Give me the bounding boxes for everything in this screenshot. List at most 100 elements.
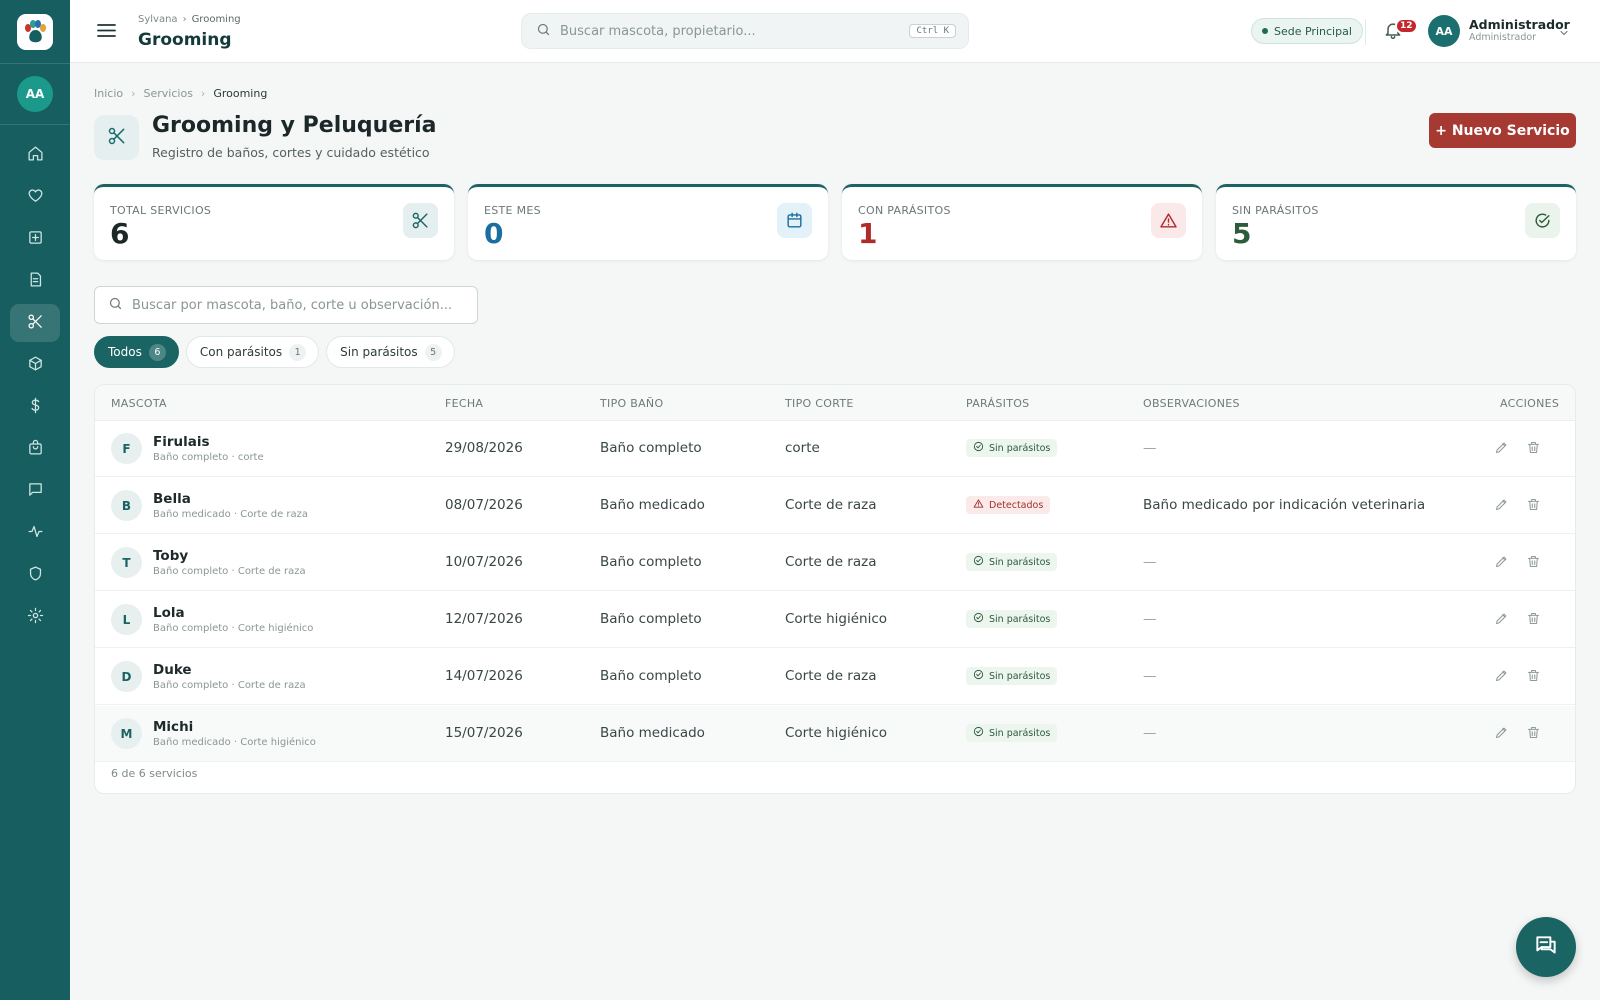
pet-service-summary: Baño completo · Corte higiénico: [153, 623, 314, 634]
user-avatar[interactable]: AA: [1428, 15, 1460, 47]
sidebar-item-heart[interactable]: [10, 178, 60, 216]
breadcrumb-services[interactable]: Servicios: [144, 87, 193, 100]
parasite-status-label: Sin parásitos: [989, 670, 1051, 682]
delete-button[interactable]: [1524, 668, 1542, 686]
sidebar-item-inventory[interactable]: [10, 346, 60, 384]
menu-toggle-button[interactable]: [94, 20, 118, 44]
table-row[interactable]: M Michi Baño medicado · Corte higiénico 15/…: [95, 706, 1575, 762]
service-search[interactable]: [94, 286, 478, 324]
pet-name[interactable]: Duke: [153, 662, 192, 678]
paw-icon[interactable]: [17, 14, 53, 50]
sidebar-item-settings[interactable]: [10, 598, 60, 636]
breadcrumb-home[interactable]: Inicio: [94, 87, 123, 100]
delete-button[interactable]: [1524, 611, 1542, 629]
sidebar-item-grooming[interactable]: [10, 304, 60, 342]
table-row[interactable]: L Lola Baño completo · Corte higiénico 12/0…: [95, 592, 1575, 648]
filter-without-parasites[interactable]: Sin parásitos 5: [326, 336, 455, 368]
edit-button[interactable]: [1492, 668, 1510, 686]
stat-value: 5: [1232, 217, 1252, 250]
sidebar-item-medical[interactable]: [10, 220, 60, 258]
pet-avatar: T: [111, 547, 142, 578]
chat-fab-button[interactable]: [1516, 917, 1576, 977]
sidebar-item-security[interactable]: [10, 556, 60, 594]
edit-button[interactable]: [1492, 725, 1510, 743]
gear-icon: [27, 607, 44, 628]
table-row[interactable]: D Duke Baño completo · Corte de raza 14/07/…: [95, 649, 1575, 705]
pet-service-summary: Baño medicado · Corte higiénico: [153, 737, 316, 748]
column-header-bath[interactable]: TIPO BAÑO: [600, 397, 663, 410]
edit-button[interactable]: [1492, 611, 1510, 629]
filter-with-parasites[interactable]: Con parásitos 1: [185, 336, 320, 368]
bath-type: Baño completo: [600, 668, 702, 684]
column-header-parasites[interactable]: PARÁSITOS: [966, 397, 1029, 410]
column-header-pet[interactable]: MASCOTA: [111, 397, 167, 410]
column-header-notes[interactable]: OBSERVACIONES: [1143, 397, 1240, 410]
warning-icon: [1151, 203, 1186, 238]
chat-bubbles-icon: [1533, 933, 1559, 962]
user-name[interactable]: Administrador: [1469, 17, 1570, 32]
pet-service-summary: Baño completo · Corte de raza: [153, 680, 306, 691]
filter-count: 1: [289, 343, 307, 361]
header-divider: [1365, 19, 1366, 45]
user-menu-button[interactable]: [1558, 24, 1570, 43]
sidebar-avatar[interactable]: AA: [17, 76, 53, 112]
top-breadcrumb-root[interactable]: Sylvana: [138, 14, 178, 25]
cut-type: Corte de raza: [785, 554, 877, 570]
global-search[interactable]: Ctrl K: [521, 13, 969, 49]
sidebar-item-billing[interactable]: [10, 388, 60, 426]
sidebar-item-messages[interactable]: [10, 472, 60, 510]
sidebar-nav: [0, 136, 70, 640]
bath-type: Baño completo: [600, 554, 702, 570]
delete-button[interactable]: [1524, 554, 1542, 572]
service-date: 15/07/2026: [445, 725, 523, 741]
global-search-input[interactable]: [560, 23, 880, 39]
breadcrumb: Inicio › Servicios › Grooming: [94, 87, 267, 100]
sidebar-item-home[interactable]: [10, 136, 60, 174]
parasite-status-label: Sin parásitos: [989, 442, 1051, 454]
pet-name[interactable]: Michi: [153, 719, 193, 735]
scissors-icon: [107, 126, 127, 150]
pet-name[interactable]: Toby: [153, 548, 188, 564]
stat-card-without-parasites: SIN PARÁSITOS 5: [1216, 184, 1576, 260]
service-search-input[interactable]: [132, 297, 462, 313]
filter-all[interactable]: Todos 6: [94, 336, 179, 368]
delete-button[interactable]: [1524, 497, 1542, 515]
trash-icon: [1526, 725, 1541, 744]
sidebar-item-records[interactable]: [10, 262, 60, 300]
table-row[interactable]: T Toby Baño completo · Corte de raza 10/07/…: [95, 535, 1575, 591]
pencil-icon: [1494, 725, 1509, 744]
edit-button[interactable]: [1492, 497, 1510, 515]
sidebar-item-activity[interactable]: [10, 514, 60, 552]
hamburger-icon: [96, 23, 116, 42]
warning-icon: [973, 498, 989, 512]
edit-button[interactable]: [1492, 554, 1510, 572]
column-header-date[interactable]: FECHA: [445, 397, 483, 410]
stat-value: 6: [110, 217, 130, 250]
pet-name[interactable]: Bella: [153, 491, 191, 507]
check-circle-icon: [973, 555, 989, 569]
calendar-icon: [777, 203, 812, 238]
home-icon: [27, 145, 44, 166]
service-date: 29/08/2026: [445, 440, 523, 456]
dollar-icon: [27, 397, 44, 418]
parasite-status-badge: Sin parásitos: [966, 667, 1058, 685]
table-row[interactable]: B Bella Baño medicado · Corte de raza 08/07…: [95, 478, 1575, 534]
delete-button[interactable]: [1524, 725, 1542, 743]
cut-type: Corte higiénico: [785, 725, 888, 741]
sidebar-divider: [0, 124, 70, 125]
delete-button[interactable]: [1524, 440, 1542, 458]
branch-selector[interactable]: Sede Principal: [1251, 18, 1363, 44]
cut-type: Corte de raza: [785, 497, 877, 513]
pet-avatar: D: [111, 661, 142, 692]
new-service-button[interactable]: + Nuevo Servicio: [1429, 113, 1576, 148]
edit-button[interactable]: [1492, 440, 1510, 458]
column-header-cut[interactable]: TIPO CORTE: [785, 397, 854, 410]
column-header-actions: ACCIONES: [1500, 397, 1560, 410]
filter-count: 6: [148, 343, 166, 361]
pet-avatar: L: [111, 604, 142, 635]
sidebar-item-shop[interactable]: [10, 430, 60, 468]
pet-service-summary: Baño medicado · Corte de raza: [153, 509, 309, 520]
pet-name[interactable]: Firulais: [153, 434, 210, 450]
table-row[interactable]: F Firulais Baño completo · corte 29/08/2026…: [95, 421, 1575, 477]
pet-name[interactable]: Lola: [153, 605, 185, 621]
